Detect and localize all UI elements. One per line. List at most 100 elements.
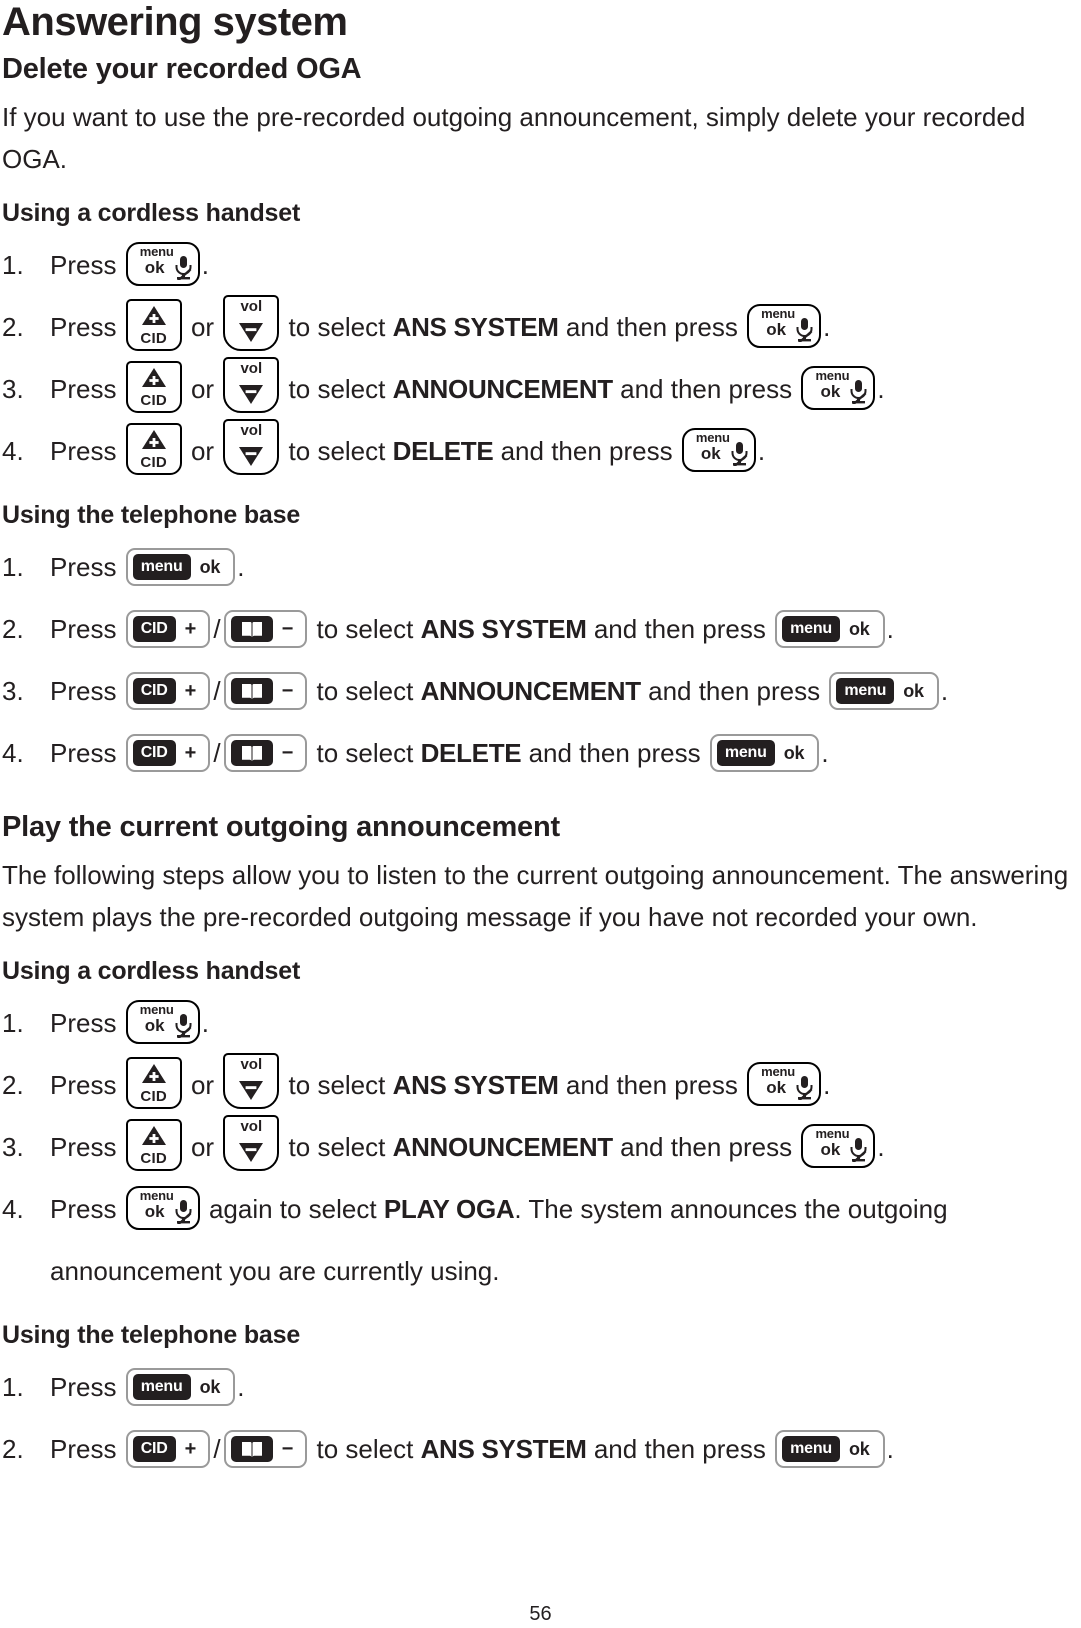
- step-press-label: Press: [50, 436, 117, 466]
- key-base-menu-ok[interactable]: menu ok: [709, 734, 820, 773]
- key-label-ok: ok: [820, 1140, 841, 1160]
- step-press-label: Press: [50, 1434, 117, 1464]
- key-base-cid-plus[interactable]: CID +: [125, 610, 211, 649]
- menu-value: ANS SYSTEM: [420, 1434, 587, 1464]
- key-base-cid-plus[interactable]: CID +: [125, 672, 211, 711]
- key-handset-cid-up[interactable]: CID: [125, 1057, 182, 1110]
- step-item: Press CID or vol to select ANNOUNCEMENT …: [2, 357, 1075, 420]
- chapter-title: Answering system: [2, 0, 348, 44]
- step-to-select-label: to select: [288, 436, 386, 466]
- step-press-label: Press: [50, 312, 117, 342]
- key-label-cid: CID: [140, 392, 168, 410]
- step-item: Press CID + / − to select ANS SYSTEM and…: [2, 598, 1075, 660]
- key-label-ok: ok: [766, 320, 787, 340]
- key-handset-menu-ok[interactable]: menu ok: [125, 1186, 200, 1231]
- key-label-plus: +: [184, 618, 197, 641]
- key-label-cid: CID: [140, 1088, 168, 1106]
- key-handset-menu-ok[interactable]: menu ok: [747, 304, 822, 349]
- step-to-select-label: to select: [288, 1132, 386, 1162]
- section-title-delete-oga: Delete your recorded OGA: [2, 53, 362, 85]
- key-base-menu-ok[interactable]: menu ok: [125, 548, 236, 587]
- key-handset-cid-up[interactable]: CID: [125, 1119, 182, 1172]
- mute-microphone-icon: [793, 316, 815, 346]
- step-period: .: [940, 676, 949, 706]
- step-press-label: Press: [50, 1132, 117, 1162]
- step-item: Press CID or vol to select ANNOUNCEMENT …: [2, 1115, 1075, 1178]
- key-handset-menu-ok[interactable]: menu ok: [801, 1124, 876, 1169]
- menu-value: ANS SYSTEM: [420, 614, 587, 644]
- key-label-vol: vol: [240, 360, 263, 378]
- key-handset-menu-ok[interactable]: menu ok: [747, 1062, 822, 1107]
- key-handset-menu-ok[interactable]: menu ok: [681, 428, 756, 473]
- key-handset-vol-down[interactable]: vol: [223, 295, 280, 352]
- step-press-label: Press: [50, 250, 117, 280]
- key-handset-vol-down[interactable]: vol: [223, 1115, 280, 1172]
- key-base-directory-minus[interactable]: −: [223, 734, 308, 773]
- key-label-vol: vol: [240, 1056, 263, 1074]
- key-separator: /: [213, 676, 221, 706]
- mute-microphone-icon: [793, 1074, 815, 1104]
- key-handset-menu-ok[interactable]: menu ok: [125, 242, 200, 287]
- key-base-cid-plus[interactable]: CID +: [125, 734, 211, 773]
- step-period: .: [886, 1434, 894, 1464]
- key-label-menu: menu: [716, 740, 775, 767]
- step-then-label: and then press: [593, 614, 766, 644]
- key-handset-cid-up[interactable]: CID: [125, 361, 182, 414]
- step-to-select-label: to select: [316, 738, 414, 768]
- menu-value: PLAY OGA: [383, 1194, 515, 1224]
- steps-list-base-1: Press menu ok . Press CID + / − to selec…: [2, 536, 1075, 784]
- step-to-select-label: to select: [288, 374, 386, 404]
- key-separator: /: [213, 738, 221, 768]
- key-label-ok: ok: [820, 382, 841, 402]
- step-period: .: [886, 614, 894, 644]
- key-handset-cid-up[interactable]: CID: [125, 299, 182, 352]
- key-handset-cid-up[interactable]: CID: [125, 423, 182, 476]
- page-number: 56: [529, 1603, 552, 1625]
- step-or-label: or: [190, 312, 215, 342]
- key-base-menu-ok[interactable]: menu ok: [775, 1430, 885, 1469]
- step-press-label: Press: [50, 1070, 117, 1100]
- subheading-telephone-base-1: Using the telephone base: [2, 501, 301, 529]
- key-label-minus: −: [281, 618, 294, 641]
- key-label-ok: ok: [199, 557, 221, 578]
- step-press-label: Press: [50, 614, 117, 644]
- key-base-directory-minus[interactable]: −: [223, 1430, 308, 1469]
- step-press-label: Press: [50, 552, 117, 582]
- key-base-directory-minus[interactable]: −: [223, 610, 308, 649]
- triangle-up-plus-icon: [141, 1125, 167, 1147]
- key-handset-vol-down[interactable]: vol: [223, 357, 280, 414]
- step-period: .: [201, 250, 209, 280]
- mute-microphone-icon: [728, 440, 750, 470]
- key-label-ok: ok: [144, 258, 165, 278]
- step-item: Press CID + / − to select ANS SYSTEM and…: [2, 1418, 1075, 1480]
- key-base-menu-ok[interactable]: menu ok: [125, 1368, 236, 1407]
- menu-value: ANS SYSTEM: [392, 312, 559, 342]
- step-item: Press menu ok .: [2, 992, 1075, 1054]
- key-label-ok: ok: [144, 1202, 165, 1222]
- key-base-cid-plus[interactable]: CID +: [125, 1430, 211, 1469]
- section-intro-delete-oga: If you want to use the pre-recorded outg…: [2, 102, 1026, 174]
- step-period: .: [821, 738, 829, 768]
- triangle-up-plus-icon: [141, 367, 167, 389]
- key-label-menu: menu: [132, 554, 191, 581]
- subheading-cordless-handset-1: Using a cordless handset: [2, 199, 301, 227]
- step-to-select-label: to select: [316, 1434, 414, 1464]
- steps-list-cordless-1: Press menu ok . Press CID or vol to sele…: [2, 234, 1075, 482]
- step-item: Press menu ok .: [2, 234, 1075, 296]
- key-base-directory-minus[interactable]: −: [223, 672, 308, 711]
- triangle-up-plus-icon: [141, 429, 167, 451]
- key-handset-vol-down[interactable]: vol: [223, 1053, 280, 1110]
- key-separator: /: [213, 1434, 221, 1464]
- key-handset-menu-ok[interactable]: menu ok: [801, 366, 876, 411]
- key-label-cid: CID: [132, 678, 176, 705]
- step-again-label: again to select: [208, 1194, 377, 1224]
- step-item: Press CID or vol to select ANS SYSTEM an…: [2, 295, 1075, 358]
- key-base-menu-ok[interactable]: menu ok: [775, 610, 885, 649]
- steps-list-cordless-2: Press menu ok . Press CID or vol to sele…: [2, 992, 1075, 1302]
- key-label-ok: ok: [199, 1377, 221, 1398]
- key-base-menu-ok[interactable]: menu ok: [829, 672, 939, 711]
- key-handset-menu-ok[interactable]: menu ok: [125, 1000, 200, 1045]
- triangle-down-minus-icon: [238, 383, 264, 405]
- menu-value: ANNOUNCEMENT: [420, 676, 642, 706]
- key-handset-vol-down[interactable]: vol: [223, 419, 280, 476]
